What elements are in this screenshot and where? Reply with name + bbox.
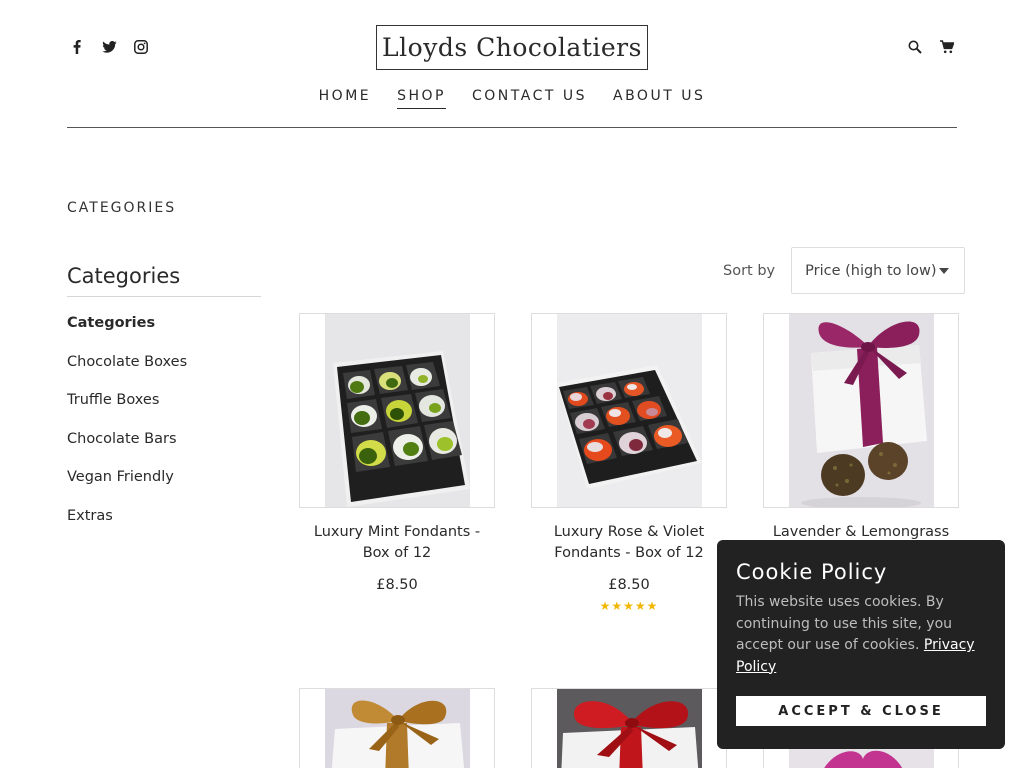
category-item-extras[interactable]: Extras <box>67 508 261 547</box>
cart-icon[interactable] <box>938 38 956 56</box>
mint-fondants-box-image <box>324 314 470 507</box>
cookie-body: This website uses cookies. By continuing… <box>736 594 953 653</box>
product-image-frame[interactable] <box>763 313 959 508</box>
product-card[interactable]: Lavender & Lemongrass Gin <box>763 313 959 564</box>
product-image-frame[interactable] <box>299 313 495 508</box>
nav-about-us[interactable]: ABOUT US <box>613 88 705 109</box>
category-list: Categories Chocolate Boxes Truffle Boxes… <box>67 315 261 546</box>
search-icon[interactable] <box>906 38 924 56</box>
header-actions <box>906 38 956 56</box>
cookie-message: This website uses cookies. By continuing… <box>736 592 986 678</box>
product-price: £8.50 <box>608 577 650 593</box>
category-item-chocolate-boxes[interactable]: Chocolate Boxes <box>67 354 261 393</box>
main-nav: HOME SHOP CONTACT US ABOUT US <box>0 88 1024 109</box>
nav-shop[interactable]: SHOP <box>397 88 447 109</box>
page-title: CATEGORIES <box>67 200 177 216</box>
red-ribbon-gift-box-image <box>556 689 702 768</box>
site-header: Lloyds Chocolatiers HOME SHOP CONTACT US… <box>0 0 1024 130</box>
instagram-icon[interactable] <box>132 38 150 56</box>
cookie-banner: Cookie Policy This website uses cookies.… <box>717 540 1005 749</box>
chevron-down-icon <box>939 268 950 274</box>
category-sidebar: Categories Categories Chocolate Boxes Tr… <box>67 264 261 546</box>
nav-contact-us[interactable]: CONTACT US <box>472 88 587 109</box>
rose-violet-fondants-box-image <box>556 314 702 507</box>
product-card[interactable] <box>531 688 727 768</box>
nav-home[interactable]: HOME <box>319 88 371 109</box>
gin-truffle-gift-box-image <box>788 314 934 507</box>
cookie-title: Cookie Policy <box>736 560 888 584</box>
product-card[interactable]: Luxury Rose & Violet Fondants - Box of 1… <box>531 313 727 613</box>
rating-stars: ★★★★★ <box>599 599 659 613</box>
sort-selected-value: Price (high to low) <box>805 262 937 279</box>
sort-control: Sort by Price (high to low) <box>723 247 966 294</box>
sort-select[interactable]: Price (high to low) <box>791 247 966 294</box>
social-links <box>68 38 150 56</box>
site-logo[interactable]: Lloyds Chocolatiers <box>376 25 648 70</box>
twitter-icon[interactable] <box>100 38 118 56</box>
product-image-frame[interactable] <box>531 313 727 508</box>
product-name[interactable]: Luxury Mint Fondants - Box of 12 <box>299 522 495 564</box>
sidebar-title: Categories <box>67 264 261 297</box>
logo-text: Lloyds Chocolatiers <box>382 33 642 62</box>
category-item-all[interactable]: Categories <box>67 315 261 354</box>
category-item-chocolate-bars[interactable]: Chocolate Bars <box>67 431 261 470</box>
sort-label: Sort by <box>723 262 776 279</box>
header-divider <box>67 127 957 128</box>
product-image-frame[interactable] <box>531 688 727 768</box>
product-card[interactable] <box>299 688 495 768</box>
product-card[interactable]: Luxury Mint Fondants - Box of 12 £8.50 <box>299 313 495 593</box>
facebook-icon[interactable] <box>68 38 86 56</box>
product-price: £8.50 <box>376 577 418 593</box>
accept-close-button[interactable]: ACCEPT & CLOSE <box>736 696 986 726</box>
product-image-frame[interactable] <box>299 688 495 768</box>
category-item-vegan-friendly[interactable]: Vegan Friendly <box>67 469 261 508</box>
category-item-truffle-boxes[interactable]: Truffle Boxes <box>67 392 261 431</box>
gold-ribbon-gift-box-image <box>324 689 470 768</box>
product-name[interactable]: Luxury Rose & Violet Fondants - Box of 1… <box>531 522 727 564</box>
